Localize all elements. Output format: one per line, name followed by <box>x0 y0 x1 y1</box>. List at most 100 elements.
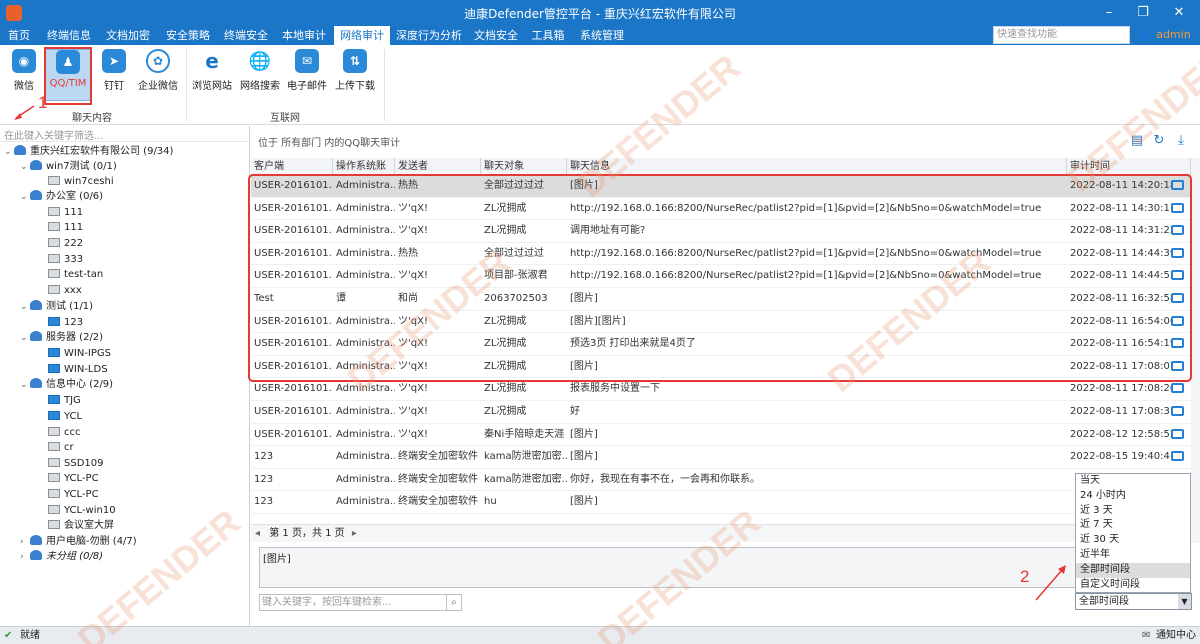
col-chat-target[interactable]: 聊天对象 <box>481 158 567 175</box>
tree-node-computer[interactable]: win7ceshi <box>48 174 114 189</box>
table-row[interactable]: 123 Administra... 终端安全加密软件 kama防泄密加密... 你好，我… <box>251 469 1191 492</box>
col-sender[interactable]: 发送者 <box>395 158 481 175</box>
column-settings-icon[interactable]: ▤ <box>1129 134 1145 148</box>
tree-node-group[interactable]: ⌄ 测试 (1/1) <box>20 299 93 314</box>
tree-node-group[interactable]: ⌄ win7测试 (0/1) <box>20 159 117 174</box>
monitor-icon[interactable] <box>1171 406 1184 416</box>
wecom-button[interactable]: ✿ 企业微信 <box>136 49 180 101</box>
table-row[interactable]: USER-2016101... Administra... ツ'qX! ZL况拥成 好 2… <box>251 401 1191 424</box>
time-option[interactable]: 24 小时内 <box>1076 489 1190 504</box>
monitor-icon[interactable] <box>1171 270 1184 281</box>
upload-download-button[interactable]: ⇅ 上传下载 <box>334 49 376 101</box>
expand-icon[interactable]: › <box>20 550 30 565</box>
tree-node-computer[interactable]: YCL-win10 <box>48 503 116 518</box>
time-option[interactable]: 近 30 天 <box>1076 533 1190 548</box>
minimize-icon[interactable]: – <box>1096 3 1122 23</box>
expand-icon[interactable]: › <box>20 535 30 550</box>
collapse-icon[interactable]: ⌄ <box>20 378 30 393</box>
qq-tim-button[interactable]: ♟ QQ/TIM <box>45 49 91 101</box>
tree-node-computer[interactable]: TJG <box>48 393 81 408</box>
tree-node-computer[interactable]: xxx <box>48 283 82 298</box>
menu-toolbox[interactable]: 工具箱 <box>528 26 568 45</box>
table-row[interactable]: 123 Administra... 终端安全加密软件 hu [图片] <box>251 491 1191 514</box>
table-row[interactable]: USER-2016101... Administra... ツ'qX! 秦Ni手陪晾走… <box>251 424 1191 447</box>
monitor-icon[interactable] <box>1171 247 1184 258</box>
tree-node-computer[interactable]: cr <box>48 440 74 455</box>
col-audit-time[interactable]: 审计时间 <box>1067 158 1191 175</box>
monitor-icon[interactable] <box>1171 202 1184 213</box>
chevron-down-icon[interactable]: ▼ <box>1178 594 1191 609</box>
grid-scrollbar[interactable] <box>1191 158 1200 543</box>
tree-node-computer[interactable]: YCL-PC <box>48 471 99 486</box>
col-os-account[interactable]: 操作系统账户 <box>333 158 395 189</box>
time-option[interactable]: 近 3 天 <box>1076 504 1190 519</box>
collapse-icon[interactable]: ⌄ <box>4 145 14 160</box>
tree-filter-input[interactable]: 在此键入关键字筛选... <box>0 126 249 142</box>
monitor-icon[interactable] <box>1171 180 1184 190</box>
time-option[interactable]: 当天 <box>1076 474 1190 489</box>
collapse-icon[interactable]: ⌄ <box>20 160 30 175</box>
menu-local-audit[interactable]: 本地审计 <box>276 26 332 45</box>
menu-deep-behavior[interactable]: 深度行为分析 <box>394 26 464 45</box>
menu-security-policy[interactable]: 安全策略 <box>160 26 216 45</box>
tree-node-computer[interactable]: test-tan <box>48 267 103 282</box>
table-row[interactable]: USER-2016101... Administra... 热热 全部过过过过 http… <box>251 243 1191 266</box>
tree-node-computer[interactable]: SSD109 <box>48 456 103 471</box>
quick-search-input[interactable]: 快速查找功能 <box>993 26 1130 44</box>
browse-web-button[interactable]: e 浏览网站 <box>191 49 233 101</box>
tree-node-computer[interactable]: WIN-LDS <box>48 362 108 377</box>
search-icon[interactable]: ⌕ <box>446 595 461 610</box>
table-row[interactable]: USER-2016101... Administra... ツ'qX! ZL况拥成 [图… <box>251 311 1191 334</box>
menu-home[interactable]: 首页 <box>4 26 34 45</box>
tree-node-computer[interactable]: 111 <box>48 220 83 235</box>
notification-icon[interactable]: ✉ <box>1142 627 1150 644</box>
tree-node-group[interactable]: ⌄ 信息中心 (2/9) <box>20 377 113 392</box>
collapse-icon[interactable]: ⌄ <box>20 300 30 315</box>
menu-terminal-security[interactable]: 终端安全 <box>218 26 274 45</box>
page-prev-icon[interactable]: ◂ <box>255 528 260 539</box>
collapse-icon[interactable]: ⌄ <box>20 331 30 346</box>
time-option[interactable]: 自定义时间段 <box>1076 578 1190 593</box>
monitor-icon[interactable] <box>1171 383 1184 394</box>
tree-node-computer[interactable]: 111 <box>48 205 83 220</box>
monitor-icon[interactable] <box>1171 293 1184 303</box>
table-row[interactable]: USER-2016101... Administra... 热热 全部过过过过 [图片]… <box>251 175 1191 198</box>
monitor-icon[interactable] <box>1171 428 1184 439</box>
table-row[interactable]: Test 谭 和尚 2063702503 [图片] 2022-08-11 16:32:58 <box>251 288 1191 311</box>
col-message[interactable]: 聊天信息 <box>567 158 1067 175</box>
wechat-button[interactable]: ◉ 微信 <box>6 49 42 101</box>
table-row[interactable]: USER-2016101... Administra... ツ'qX! ZL况拥成 [图… <box>251 356 1191 379</box>
table-row[interactable]: USER-2016101... Administra... ツ'qX! 项目部-张淑君… <box>251 265 1191 288</box>
tree-node-computer[interactable]: 会议室大屏 <box>48 518 114 533</box>
web-search-button[interactable]: 🌐 网络搜索 <box>238 49 282 101</box>
col-client[interactable]: 客户端 <box>251 158 333 175</box>
tree-node-root[interactable]: ⌄ 重庆兴红宏软件有限公司 (9/34) <box>4 144 173 159</box>
menu-doc-encryption[interactable]: 文档加密 <box>100 26 156 45</box>
monitor-icon[interactable] <box>1171 451 1184 462</box>
table-row[interactable]: USER-2016101... Administra... ツ'qX! ZL况拥成 预选… <box>251 333 1191 356</box>
monitor-icon[interactable] <box>1171 225 1184 236</box>
tree-node-computer[interactable]: 333 <box>48 252 83 267</box>
tree-node-group[interactable]: › 用户电脑-勿删 (4/7) <box>20 534 137 549</box>
menu-system-management[interactable]: 系统管理 <box>574 26 630 45</box>
monitor-icon[interactable] <box>1171 338 1184 349</box>
time-range-select[interactable]: 全部时间段 ▼ <box>1075 593 1192 610</box>
maximize-icon[interactable]: ❐ <box>1130 3 1156 23</box>
user-menu[interactable]: 👤 admin <box>1139 28 1191 41</box>
collapse-icon[interactable]: ⌄ <box>20 190 30 205</box>
dingtalk-button[interactable]: ➤ 钉钉 <box>98 49 130 101</box>
table-row[interactable]: USER-2016101... Administra... ツ'qX! ZL况拥成 ht… <box>251 198 1191 221</box>
monitor-icon[interactable] <box>1171 360 1184 371</box>
close-icon[interactable]: ✕ <box>1166 3 1192 23</box>
tree-node-computer[interactable]: WIN-IPGS <box>48 346 111 361</box>
tree-node-computer[interactable]: 222 <box>48 236 83 251</box>
export-icon[interactable]: ⤓ <box>1173 134 1189 148</box>
menu-terminal-info[interactable]: 终端信息 <box>42 26 96 45</box>
tree-node-computer[interactable]: 123 <box>48 315 83 330</box>
time-option-selected[interactable]: 全部时间段 <box>1076 562 1190 578</box>
notification-center[interactable]: 通知中心 <box>1156 627 1196 644</box>
tree-node-group[interactable]: › 未分组 (0/8) <box>20 549 103 564</box>
menu-network-audit[interactable]: 网络审计 <box>334 26 390 45</box>
email-button[interactable]: ✉ 电子邮件 <box>285 49 329 101</box>
tree-node-group[interactable]: ⌄ 办公室 (0/6) <box>20 189 103 204</box>
